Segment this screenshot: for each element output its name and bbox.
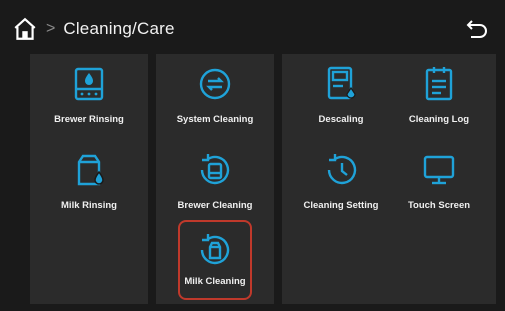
brewer-cleaning-label: Brewer Cleaning [177,200,253,211]
cleaning-log-tile[interactable]: Cleaning Log [384,60,494,150]
descaling-tile[interactable]: Descaling [286,60,396,150]
home-icon[interactable] [12,16,38,42]
descaling-icon [327,66,356,100]
touch-screen-icon [423,155,455,185]
touch-screen-tile[interactable]: Touch Screen [384,146,494,236]
back-icon[interactable] [465,17,489,41]
brewer-rinsing-tile[interactable]: Brewer Rinsing [34,60,144,150]
breadcrumb-separator: > [46,20,56,37]
milk-rinsing-icon [77,154,104,186]
milk-rinsing-label: Milk Rinsing [61,200,117,211]
milk-cleaning-label: Milk Cleaning [184,276,246,287]
milk-rinsing-tile[interactable]: Milk Rinsing [34,146,144,236]
cleaning-care-screen: > Cleaning/Care Brewer Rinsing Milk Rins… [0,0,505,311]
system-cleaning-label: System Cleaning [176,114,254,125]
touch-screen-label: Touch Screen [407,200,471,211]
panel-care: Descaling Cleaning Log Cleaning Setting [282,54,496,304]
brewer-rinsing-label: Brewer Rinsing [54,114,124,125]
milk-cleaning-tile[interactable]: Milk Cleaning [178,220,252,300]
panel-cleaning: System Cleaning Brewer Cleaning Milk Cle… [156,54,274,304]
cleaning-setting-icon [327,154,357,185]
cleaning-log-label: Cleaning Log [408,114,470,125]
cleaning-log-icon [425,67,453,101]
cleaning-setting-tile[interactable]: Cleaning Setting [286,146,396,236]
brewer-cleaning-icon [200,154,230,185]
system-cleaning-tile[interactable]: System Cleaning [160,60,270,150]
cleaning-setting-label: Cleaning Setting [303,200,379,211]
page-title: Cleaning/Care [63,19,175,38]
descaling-label: Descaling [318,114,364,125]
milk-cleaning-icon [200,234,230,265]
brewer-rinsing-icon [74,67,104,101]
panel-rinsing: Brewer Rinsing Milk Rinsing [30,54,148,304]
top-bar: > Cleaning/Care [10,10,495,48]
system-cleaning-icon [199,68,231,100]
